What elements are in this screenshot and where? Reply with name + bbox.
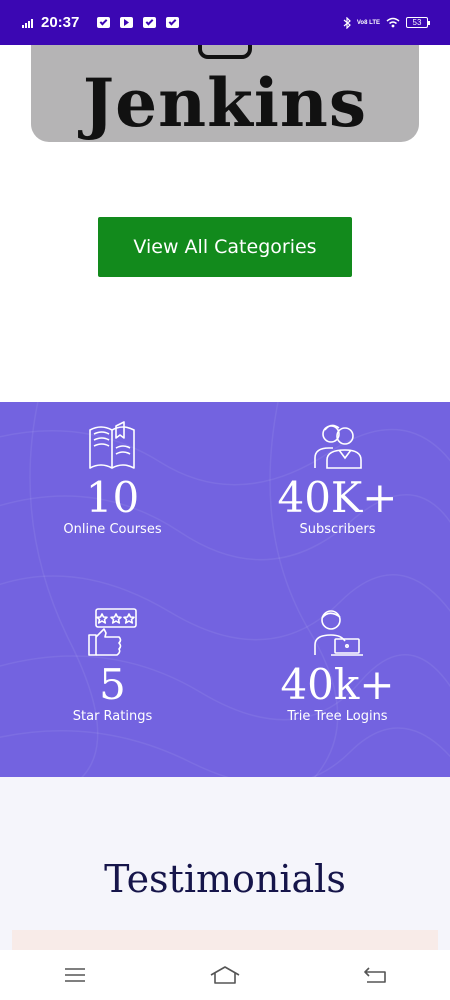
stat-subscribers: 40K+ Subscribers xyxy=(225,420,450,537)
recent-apps-button[interactable] xyxy=(55,960,95,990)
mug-illustration xyxy=(198,45,252,59)
testimonial-card xyxy=(12,930,438,950)
stat-label: Subscribers xyxy=(299,522,376,537)
testimonials-heading: Testimonials xyxy=(104,857,346,901)
stat-value: 40k+ xyxy=(280,660,395,709)
battery-icon: 53 xyxy=(406,17,430,28)
youtube-notification-icon xyxy=(120,17,134,28)
status-right: Vo8 LTE 53 xyxy=(343,16,430,29)
stat-label: Star Ratings xyxy=(72,709,153,724)
back-icon xyxy=(364,967,386,983)
back-button[interactable] xyxy=(355,960,395,990)
book-icon xyxy=(88,421,135,469)
stat-online-courses: 10 Online Courses xyxy=(0,420,225,537)
mail-notification-icon xyxy=(143,17,157,28)
bluetooth-icon xyxy=(343,16,351,29)
group-users-icon xyxy=(313,424,362,469)
stat-label: Online Courses xyxy=(63,522,162,537)
home-button[interactable] xyxy=(205,960,245,990)
stat-value: 40K+ xyxy=(277,473,398,522)
view-all-categories-button[interactable]: View All Categories xyxy=(98,217,352,277)
system-navigation-bar xyxy=(0,950,450,1000)
stat-star-ratings: 5 Star Ratings xyxy=(0,607,225,724)
testimonials-section: Testimonials xyxy=(0,777,450,950)
course-banner-image: Jenkins xyxy=(31,45,419,142)
wifi-icon xyxy=(386,17,400,28)
stats-section: 10 Online Courses 40K+ Subscribers 5 Sta… xyxy=(0,402,450,777)
network-type: Vo8 LTE xyxy=(356,19,380,26)
status-bar: 20:37 Vo8 LTE 53 xyxy=(0,0,450,45)
banner-logo-text: Jenkins xyxy=(82,64,368,142)
signal-icon xyxy=(22,18,33,28)
message-notification-icon xyxy=(166,17,180,28)
stat-label: Trie Tree Logins xyxy=(287,709,388,724)
menu-icon xyxy=(65,968,85,982)
clock: 20:37 xyxy=(41,14,80,31)
gmail-notification-icon xyxy=(97,17,111,28)
status-left: 20:37 xyxy=(22,14,180,31)
thumbs-up-rating-icon xyxy=(87,608,137,656)
home-icon xyxy=(210,966,240,984)
stat-logins: 40k+ Trie Tree Logins xyxy=(225,607,450,724)
laptop-user-icon xyxy=(313,610,363,656)
stat-value: 5 xyxy=(99,660,126,709)
stat-value: 10 xyxy=(85,473,140,522)
